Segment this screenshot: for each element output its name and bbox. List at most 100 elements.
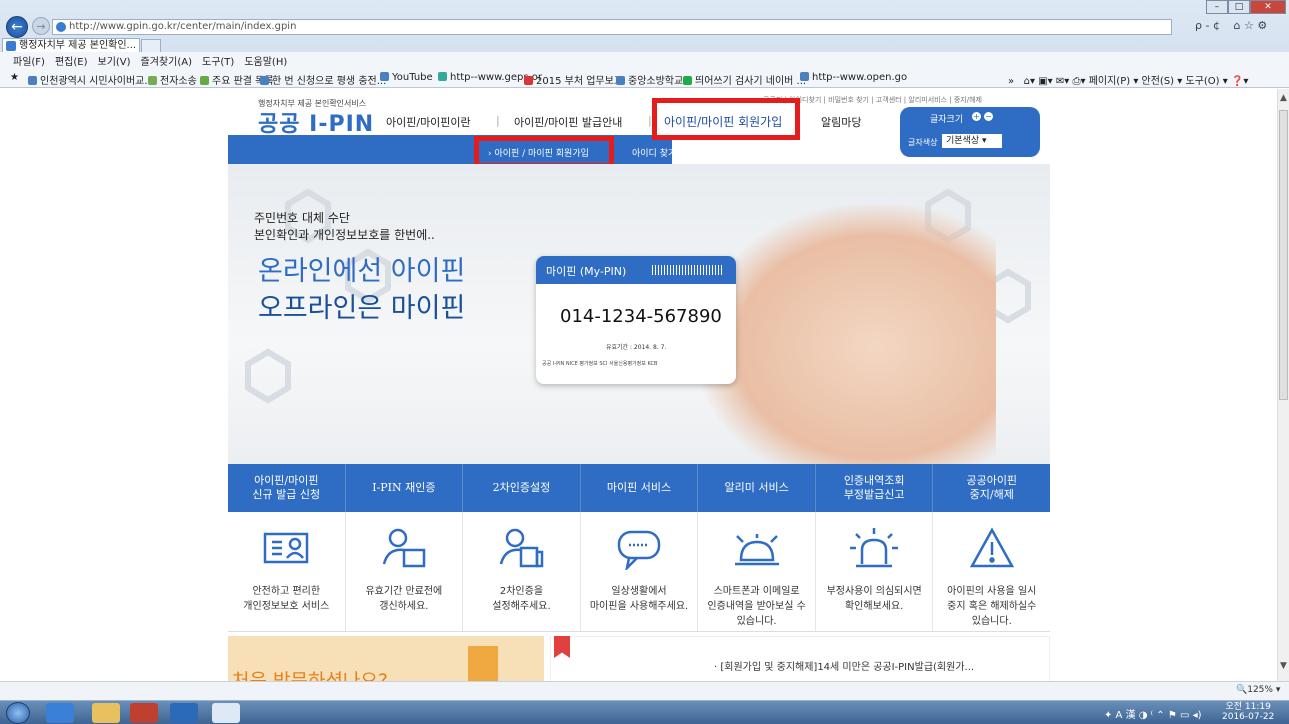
fav-item[interactable]: 2015 부처 업무보고 bbox=[524, 72, 623, 87]
service-tab-suspend[interactable]: 공공아이핀 중지/해제 bbox=[933, 464, 1050, 512]
service-header-bar: 아이핀/마이핀 신규 발급 신청 I-PIN 재인증 2차인증설정 마이핀 서비… bbox=[228, 464, 1050, 512]
font-increase-icon[interactable]: + bbox=[972, 112, 981, 121]
fav-item[interactable]: 띄어쓰기 검사기 네이버 ... bbox=[683, 72, 806, 87]
site-logo[interactable]: 공공 I-PIN bbox=[258, 106, 374, 138]
menu-tools[interactable]: 도구(T) bbox=[202, 53, 234, 68]
fav-item[interactable]: 인천광역시 시민사이버교... bbox=[28, 72, 154, 87]
notice-item[interactable]: · [회원가입 및 중지해제]14세 미만은 공공I-PIN발급(회원가... bbox=[714, 658, 974, 673]
subnav-find-id[interactable]: 아이디 찾기 bbox=[632, 146, 676, 159]
mypin-card: 마이핀 (My-PIN) 014-1234-567890 유효기간 : 2014… bbox=[536, 256, 736, 384]
nav-notice[interactable]: 알림마당 bbox=[821, 114, 861, 130]
service-card[interactable]: 부정사용이 의심되시면 확인해보세요. bbox=[816, 512, 934, 631]
user-phone-icon bbox=[500, 528, 544, 568]
service-card[interactable]: 아이핀의 사용을 일시 중지 혹은 해제하실수 있습니다. bbox=[933, 512, 1050, 631]
service-card[interactable]: 2차인증을 설정해주세요. bbox=[463, 512, 581, 631]
menu-bar: 파일(F) 편집(E) 보기(V) 즐겨찾기(A) 도구(T) 도움말(H) bbox=[0, 52, 1289, 68]
print-icon[interactable]: ⎙▾ bbox=[1072, 76, 1085, 87]
fav-item[interactable]: http--www.open.go bbox=[800, 72, 907, 83]
address-bar[interactable]: http://www.gpin.go.kr/center/main/index.… bbox=[52, 19, 1172, 35]
barcode-icon bbox=[652, 265, 724, 275]
tab-bar: 행정자치부 제공 본인확인... × bbox=[0, 36, 1289, 53]
font-color-select[interactable]: 기본색상 ▾ bbox=[942, 134, 1002, 148]
app-taskbar-icon[interactable] bbox=[170, 703, 198, 723]
forward-button[interactable]: → bbox=[32, 17, 50, 35]
expand-icon[interactable]: » bbox=[1008, 76, 1014, 87]
maximize-button[interactable]: □ bbox=[1228, 0, 1250, 14]
card-footer-logos: 공공 I-PIN NICE 평가정보 SCI 서울신용평가정보 KCB bbox=[542, 361, 658, 367]
page-menu[interactable]: 페이지(P) ▾ bbox=[1089, 76, 1139, 87]
service-card[interactable]: 스마트폰과 이메일로 인증내역을 받아보실 수 있습니다. bbox=[698, 512, 816, 631]
media-taskbar-icon[interactable] bbox=[130, 703, 158, 723]
web-page: 행정자치부 제공 본인확인서비스 공공 I-PIN 공공핀 | 아이디찾기 | … bbox=[0, 89, 1277, 681]
hero-headline1: 온라인에선 아이핀 bbox=[258, 256, 466, 287]
bell-icon bbox=[734, 534, 779, 566]
menu-view[interactable]: 보기(V) bbox=[98, 53, 131, 68]
site-favicon-icon bbox=[56, 22, 66, 32]
subnav-find-password[interactable]: › 비밀번호 찾기 bbox=[678, 146, 737, 159]
service-tab-mypin[interactable]: 마이핀 서비스 bbox=[581, 464, 699, 512]
service-tab-new-issue[interactable]: 아이핀/마이핀 신규 발급 신청 bbox=[228, 464, 346, 512]
hwp-taskbar-icon[interactable] bbox=[212, 703, 240, 723]
nav-issue-guide[interactable]: 아이핀/마이핀 발급안내 bbox=[514, 114, 622, 130]
home-icon[interactable]: ⌂ bbox=[1233, 19, 1240, 32]
scroll-up-icon[interactable]: ▲ bbox=[1280, 93, 1287, 103]
star-icon[interactable]: ☆ bbox=[1244, 19, 1254, 32]
tools-menu[interactable]: 도구(O) ▾ bbox=[1185, 76, 1227, 87]
safety-menu[interactable]: 안전(S) ▾ bbox=[1142, 76, 1183, 87]
help-icon[interactable]: ❓▾ bbox=[1231, 76, 1248, 87]
tab-favicon-icon bbox=[6, 41, 16, 51]
hero-headline2: 오프라인은 마이핀 bbox=[258, 293, 466, 324]
gear-icon[interactable]: ⚙ bbox=[1257, 19, 1267, 32]
service-tab-alert[interactable]: 알리미 서비스 bbox=[698, 464, 816, 512]
fav-item[interactable]: 중앙소방학교 bbox=[616, 72, 683, 87]
feeds-icon[interactable]: ▣▾ bbox=[1038, 76, 1052, 87]
fav-item[interactable]: 전자소송 bbox=[148, 72, 197, 87]
service-card[interactable]: 일상생활에서 마이핀을 사용해주세요. bbox=[581, 512, 699, 631]
menu-help[interactable]: 도움말(H) bbox=[244, 53, 287, 68]
service-card[interactable]: 안전하고 편리한 개인정보보호 서비스 bbox=[228, 512, 346, 631]
menu-file[interactable]: 파일(F) bbox=[13, 53, 45, 68]
nav-about[interactable]: 아이핀/마이핀이란 bbox=[386, 114, 471, 130]
service-card[interactable]: 유효기간 만료전에 갱신하세요. bbox=[346, 512, 464, 631]
chat-bubble-icon bbox=[617, 530, 661, 572]
close-tab-icon[interactable]: × bbox=[139, 40, 140, 51]
favorites-star-icon[interactable]: ★ bbox=[10, 72, 19, 83]
service-tab-reauth[interactable]: I-PIN 재인증 bbox=[346, 464, 464, 512]
font-color-label: 글자색상 bbox=[908, 138, 938, 147]
new-tab-button[interactable] bbox=[141, 39, 161, 53]
door-icon bbox=[468, 646, 498, 681]
menu-favorites[interactable]: 즐겨찾기(A) bbox=[141, 53, 192, 68]
zoom-level[interactable]: 🔍125% ▾ bbox=[1236, 685, 1280, 695]
service-tab-2fa[interactable]: 2차인증설정 bbox=[463, 464, 581, 512]
address-search-refresh[interactable]: ρ - ¢ ⌂ ☆ ⚙ bbox=[1195, 19, 1267, 32]
service-body: 안전하고 편리한 개인정보보호 서비스 유효기간 만료전에 갱신하세요. 2차인… bbox=[228, 512, 1050, 632]
ie-taskbar-icon[interactable] bbox=[46, 703, 74, 723]
hero-banner: 주민번호 대체 수단 본인확인과 개인정보보호를 한번에.. 온라인에선 아이핀… bbox=[228, 164, 1050, 464]
card-expiry: 유효기간 : 2014. 8. 7. bbox=[606, 344, 667, 351]
fav-item[interactable]: YouTube bbox=[380, 72, 433, 83]
menu-edit[interactable]: 편집(E) bbox=[55, 53, 88, 68]
minimize-button[interactable]: – bbox=[1206, 0, 1228, 14]
first-visit-text: 처음 방문하셨나요? bbox=[232, 670, 388, 681]
font-settings-panel bbox=[900, 107, 1040, 157]
mail-icon[interactable]: ✉▾ bbox=[1056, 76, 1069, 87]
font-decrease-icon[interactable]: − bbox=[984, 112, 993, 121]
browser-tab[interactable]: 행정자치부 제공 본인확인... × bbox=[2, 38, 140, 53]
system-tray[interactable]: ✦ A 漢 ◑ ⁽ ⌃ ⚑ ▭ ◂) bbox=[1104, 706, 1202, 721]
service-tab-history[interactable]: 인증내역조회 부정발급신고 bbox=[816, 464, 934, 512]
windows-taskbar: ✦ A 漢 ◑ ⁽ ⌃ ⚑ ▭ ◂) 오전 11:19 2016-07-22 bbox=[0, 700, 1289, 724]
command-bar: » ⌂▾ ▣▾ ✉▾ ⎙▾ 페이지(P) ▾ 안전(S) ▾ 도구(O) ▾ ❓… bbox=[1008, 72, 1248, 87]
clock[interactable]: 오전 11:19 2016-07-22 bbox=[1222, 702, 1274, 722]
start-button[interactable] bbox=[6, 702, 30, 724]
fav-item[interactable]: 한 번 신청으로 평생 충전... bbox=[260, 72, 386, 87]
scrollbar-thumb[interactable] bbox=[1279, 110, 1288, 400]
hero-line2: 본인확인과 개인정보보호를 한번에.. bbox=[254, 228, 435, 242]
clock-time: 오전 11:19 bbox=[1225, 702, 1271, 712]
close-button[interactable]: ✕ bbox=[1250, 0, 1286, 14]
chevron-down-icon: ▾ bbox=[982, 136, 987, 146]
home-cmd-icon[interactable]: ⌂▾ bbox=[1024, 76, 1035, 87]
card-title: 마이핀 (My-PIN) bbox=[546, 265, 627, 278]
scroll-down-icon[interactable]: ▼ bbox=[1280, 661, 1287, 671]
explorer-taskbar-icon[interactable] bbox=[92, 703, 120, 723]
back-button[interactable]: ← bbox=[6, 16, 28, 38]
